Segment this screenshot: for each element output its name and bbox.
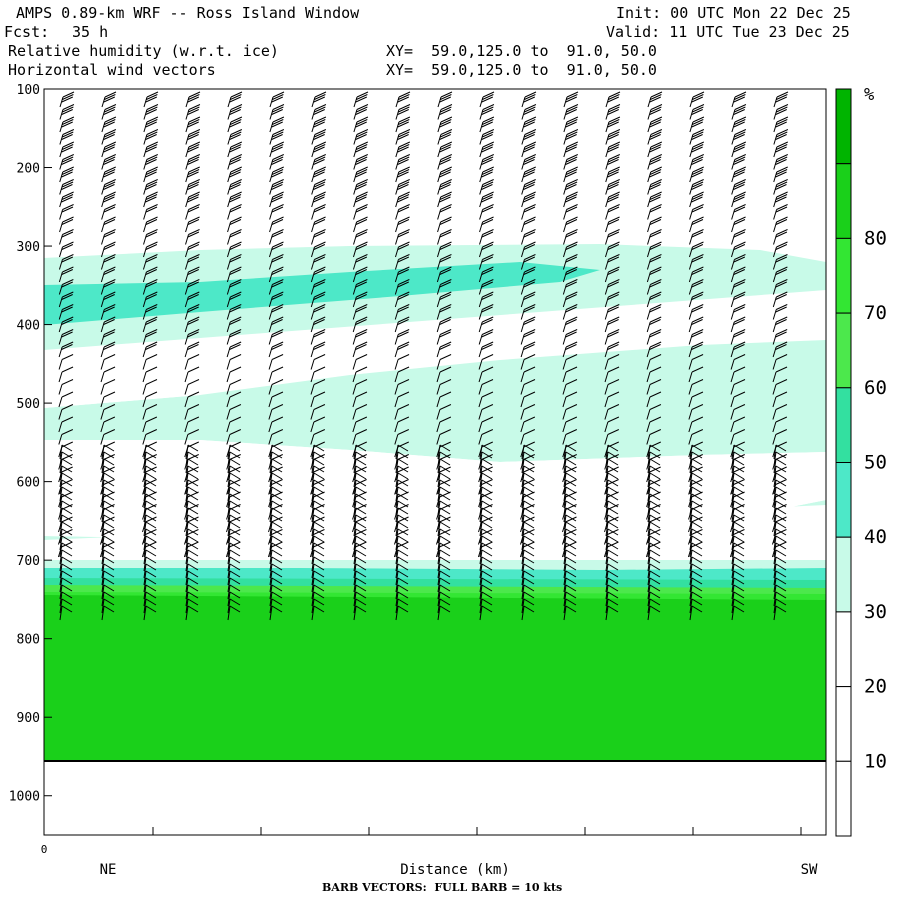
y-tick-label: 1000 xyxy=(9,790,40,805)
x-sw-label: SW xyxy=(801,862,818,878)
colorbar-segment xyxy=(835,312,852,389)
colorbar-tick-label: 60 xyxy=(864,377,887,399)
y-tick-label: 800 xyxy=(17,633,40,648)
x-ne-label: NE xyxy=(100,862,117,878)
rh-shading xyxy=(44,89,826,835)
y-tick-label: 400 xyxy=(17,319,40,334)
colorbar-tick-label: 70 xyxy=(864,302,887,324)
colorbar-segment xyxy=(835,237,852,314)
cross-section-plot: 100 200 300 400 500 600 700 800 900 1000 0 NE SW Dist… xyxy=(9,83,887,878)
colorbar-tick-label: 50 xyxy=(864,452,887,474)
x-origin-label: 0 xyxy=(41,843,48,856)
colorbar-segment xyxy=(835,462,852,538)
colorbar: 10 20 30 40 50 60 70 80% xyxy=(835,85,887,837)
x-axis-label: Distance (km) xyxy=(400,862,510,878)
colorbar-segment xyxy=(835,387,852,463)
colorbar-segment xyxy=(835,163,852,239)
y-tick-label: 900 xyxy=(17,711,40,726)
barb-legend: BARB VECTORS: FULL BARB = 10 kts xyxy=(322,881,563,894)
y-tick-label: 500 xyxy=(17,397,40,412)
colorbar-tick-label: 10 xyxy=(864,750,887,772)
colorbar-segment xyxy=(835,611,852,688)
colorbar-segment xyxy=(835,536,852,613)
y-tick-label: 600 xyxy=(17,476,40,491)
y-tick-label: 200 xyxy=(17,162,40,177)
colorbar-tick-label: 20 xyxy=(864,676,887,698)
colorbar-tick-label: 30 xyxy=(864,601,887,623)
colorbar-segment xyxy=(835,686,852,762)
colorbar-unit: % xyxy=(864,85,874,105)
y-tick-label: 300 xyxy=(17,240,40,255)
rh-bl-core xyxy=(44,595,826,760)
colorbar-tick-label: 40 xyxy=(864,526,887,548)
colorbar-segment xyxy=(835,760,852,837)
colorbar-tick-label: 80 xyxy=(864,227,887,249)
y-tick-label: 100 xyxy=(17,83,40,98)
colorbar-segment xyxy=(835,88,852,165)
y-tick-label: 700 xyxy=(17,554,40,569)
